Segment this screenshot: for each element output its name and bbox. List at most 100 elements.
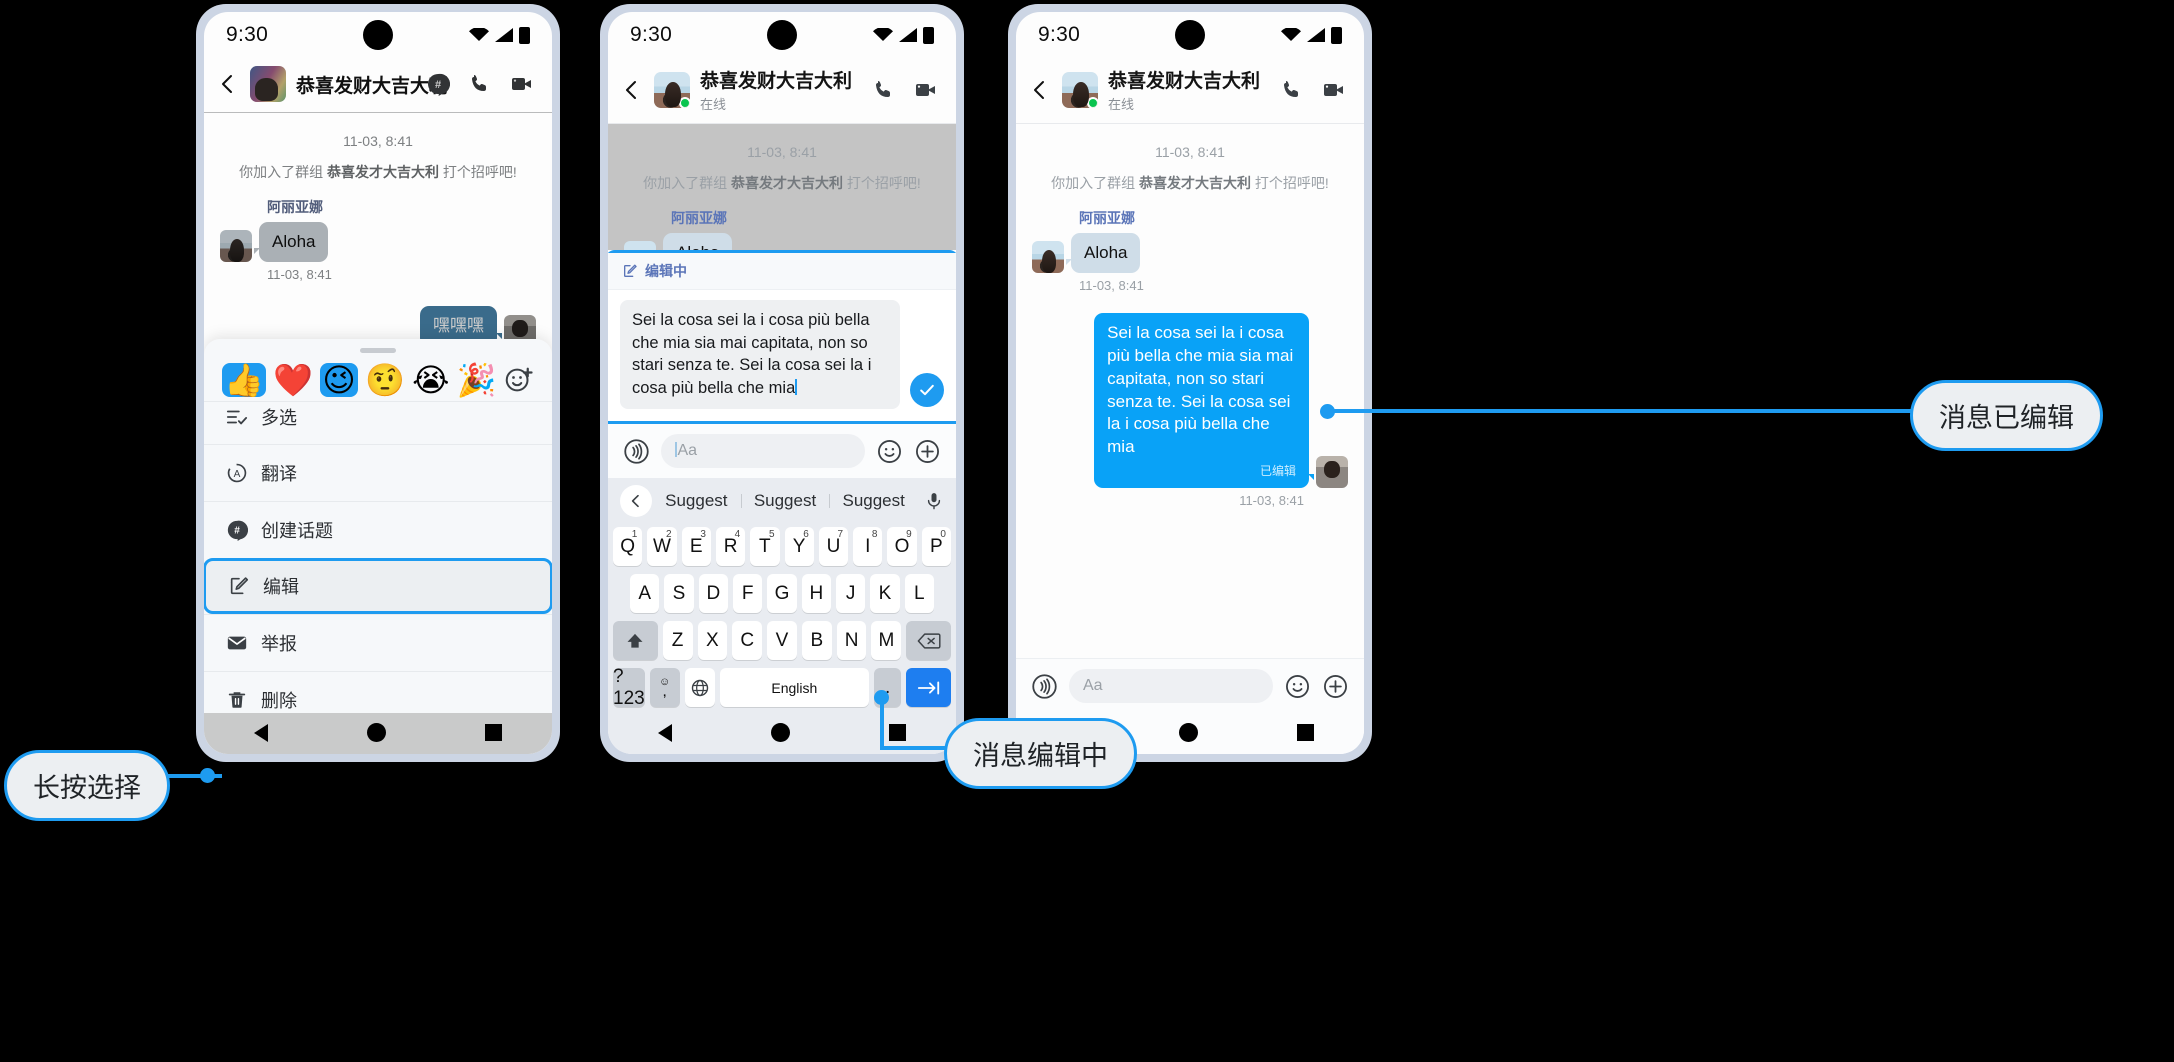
nav-recents-icon[interactable] <box>1297 724 1315 741</box>
back-chevron-icon[interactable] <box>1028 78 1052 102</box>
message-input[interactable]: Aa <box>1069 669 1273 703</box>
key-n[interactable]: N <box>836 621 867 660</box>
key-x[interactable]: X <box>697 621 728 660</box>
menu-item-create-thread[interactable]: # 创建话题 <box>204 501 552 558</box>
key-i[interactable]: I8 <box>853 527 883 566</box>
suggestion-2[interactable]: Suggest <box>740 491 830 511</box>
chat-header-2: 恭喜发财大吉大利 在线 <box>608 58 956 124</box>
status-icons <box>469 26 530 44</box>
sender-avatar[interactable] <box>220 230 252 263</box>
reaction-heart[interactable]: ❤️ <box>273 364 313 396</box>
hashtag-thread-icon[interactable]: # <box>426 72 450 96</box>
key-c[interactable]: C <box>732 621 763 660</box>
self-avatar[interactable] <box>1316 456 1348 489</box>
suggestion-1[interactable]: Suggest <box>652 491 741 511</box>
nav-recents-icon[interactable] <box>889 724 907 741</box>
back-chevron-icon[interactable] <box>216 72 240 96</box>
video-call-icon[interactable] <box>1322 78 1346 102</box>
voice-wave-icon[interactable] <box>1031 673 1058 700</box>
sheet-grabber[interactable] <box>360 348 396 353</box>
message-input[interactable]: Aa <box>661 434 865 468</box>
nav-home-icon[interactable] <box>1178 723 1198 742</box>
context-action-sheet: 👍 ❤️ 😉 🤨 😭 🎉 多选 A 翻译 # 创建话题 编辑 举报 删除 <box>204 339 552 754</box>
reaction-thumbsup[interactable]: 👍 <box>222 363 266 397</box>
key-j[interactable]: J <box>835 574 866 613</box>
space-key[interactable]: English <box>719 668 870 707</box>
voice-wave-icon[interactable] <box>623 438 650 465</box>
presence-label: 在线 <box>700 97 727 112</box>
confirm-edit-button[interactable] <box>910 373 944 407</box>
incoming-bubble[interactable]: Aloha <box>253 221 329 263</box>
nav-back-icon[interactable] <box>253 723 268 742</box>
key-a[interactable]: A <box>630 574 660 613</box>
key-v[interactable]: V <box>767 621 797 660</box>
contact-avatar[interactable] <box>1062 71 1098 108</box>
key-e[interactable]: E3 <box>681 527 711 566</box>
smiley-icon[interactable] <box>1284 673 1311 700</box>
camera-cutout <box>767 20 797 50</box>
emoji-comma-key[interactable]: ☺, <box>649 668 680 707</box>
key-w[interactable]: W2 <box>647 527 677 566</box>
suggestion-back-button[interactable] <box>620 485 652 517</box>
key-q[interactable]: Q1 <box>613 527 643 566</box>
key-y[interactable]: Y6 <box>784 527 814 566</box>
join-suffix: 打个招呼吧! <box>439 164 517 180</box>
add-reaction-icon[interactable] <box>504 365 534 395</box>
key-k[interactable]: K <box>870 574 900 613</box>
key-f[interactable]: F <box>733 574 763 613</box>
key-u[interactable]: U7 <box>818 527 849 566</box>
video-call-icon[interactable] <box>510 72 534 96</box>
reaction-party[interactable]: 🎉 <box>457 364 497 396</box>
menu-item-edit[interactable]: 编辑 <box>204 558 552 614</box>
incoming-bubble[interactable]: Aloha <box>663 232 733 250</box>
shift-key[interactable] <box>613 621 658 660</box>
suggestion-3[interactable]: Suggest <box>829 491 918 511</box>
menu-item-report[interactable]: 举报 <box>204 614 552 671</box>
nav-home-icon[interactable] <box>770 723 790 742</box>
edit-textarea[interactable]: Sei la cosa sei la i cosa più bella che … <box>620 299 900 409</box>
key-d[interactable]: D <box>698 574 728 613</box>
group-avatar[interactable] <box>250 66 286 102</box>
key-p[interactable]: P0 <box>921 527 951 566</box>
sender-avatar[interactable] <box>624 241 656 250</box>
reaction-wink[interactable]: 😉 <box>320 363 358 397</box>
key-z[interactable]: Z <box>662 621 693 660</box>
plus-circle-icon[interactable] <box>1322 673 1349 700</box>
backspace-key[interactable] <box>906 621 951 660</box>
phone-call-icon[interactable] <box>1280 78 1304 102</box>
video-call-icon[interactable] <box>914 78 938 102</box>
globe-key[interactable] <box>684 668 715 707</box>
phone-call-icon[interactable] <box>468 72 492 96</box>
plus-circle-icon[interactable] <box>914 438 941 465</box>
conversation-2: 11-03, 8:41 你加入了群组 恭喜发才大吉大利 打个招呼吧! 阿丽亚娜 … <box>608 124 956 250</box>
menu-item-translate[interactable]: A 翻译 <box>204 444 552 501</box>
reaction-sob[interactable]: 😭 <box>412 364 449 396</box>
key-b[interactable]: B <box>801 621 832 660</box>
trash-icon <box>228 692 246 708</box>
leader-edited <box>1330 409 1388 413</box>
enter-key[interactable] <box>906 668 951 707</box>
key-o[interactable]: O9 <box>887 527 917 566</box>
key-sup: 4 <box>734 529 741 540</box>
microphone-icon[interactable] <box>924 490 944 512</box>
incoming-bubble[interactable]: Aloha <box>1065 232 1141 274</box>
nav-recents-icon[interactable] <box>485 724 503 741</box>
key-h[interactable]: H <box>801 574 831 613</box>
smiley-icon[interactable] <box>876 438 903 465</box>
numeric-key[interactable]: ?123 <box>613 666 645 709</box>
nav-home-icon[interactable] <box>366 723 386 742</box>
key-s[interactable]: S <box>664 574 694 613</box>
key-g[interactable]: G <box>767 574 797 613</box>
reaction-raised-eyebrow[interactable]: 🤨 <box>365 364 405 396</box>
key-r[interactable]: R4 <box>715 527 746 566</box>
key-t[interactable]: T5 <box>750 527 780 566</box>
menu-item-multiselect[interactable]: 多选 <box>204 401 552 444</box>
key-m[interactable]: M <box>871 621 902 660</box>
key-l[interactable]: L <box>904 574 934 613</box>
contact-avatar[interactable] <box>654 71 690 108</box>
outgoing-bubble-edited[interactable]: Sei la cosa sei la i cosa più bella che … <box>1094 313 1314 489</box>
nav-back-icon[interactable] <box>657 723 672 742</box>
phone-call-icon[interactable] <box>872 78 896 102</box>
back-chevron-icon[interactable] <box>620 78 644 102</box>
sender-avatar[interactable] <box>1032 241 1064 274</box>
